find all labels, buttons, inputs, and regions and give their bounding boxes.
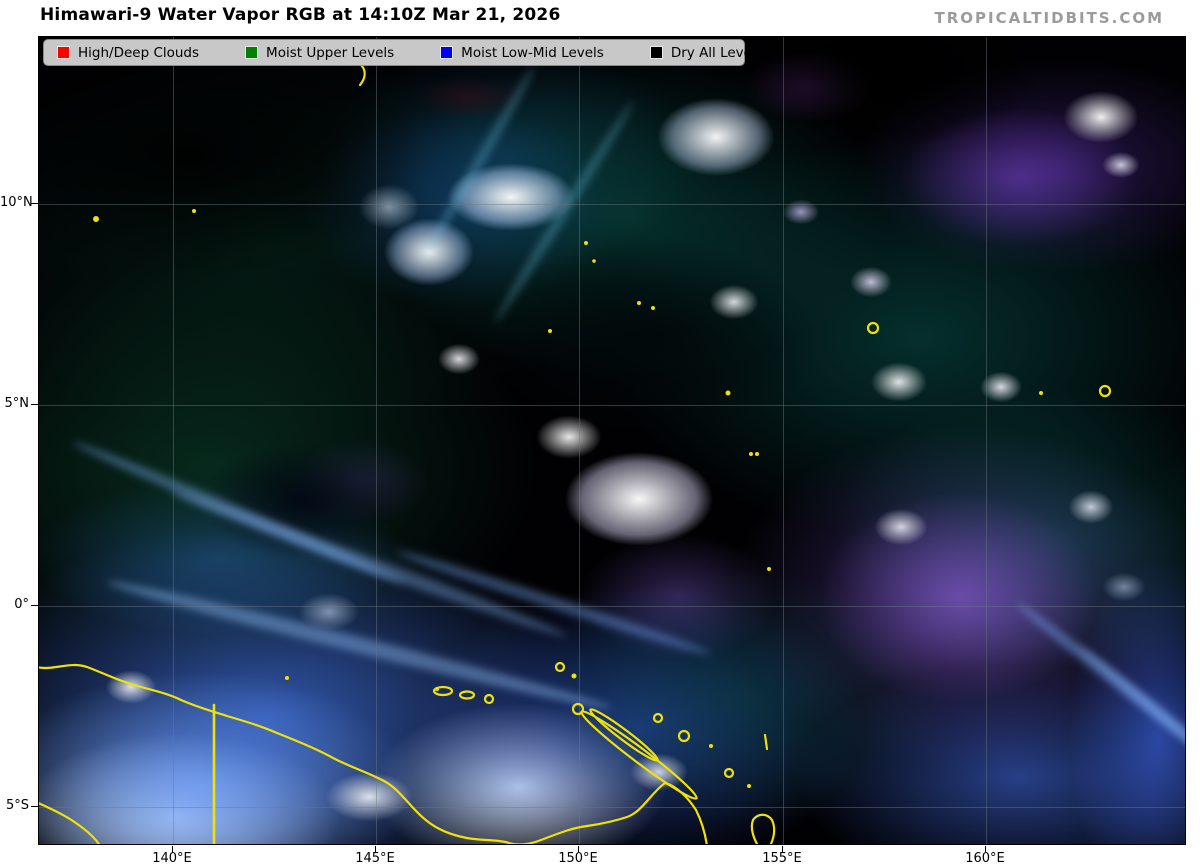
page-title: Himawari-9 Water Vapor RGB at 14:10Z Mar…	[40, 5, 561, 25]
lon-label-140e: 140°E	[152, 851, 192, 866]
island-ring	[554, 661, 566, 673]
lon-label-155e: 155°E	[762, 851, 802, 866]
island-outline	[458, 690, 476, 700]
coastlines	[39, 63, 1112, 844]
island-dash	[763, 733, 769, 751]
island-new-ireland	[580, 710, 698, 800]
island-ring	[866, 321, 880, 335]
coastline-southwest	[39, 802, 101, 844]
legend-swatch-blue	[440, 46, 454, 59]
watermark: TROPICALTIDBITS.COM	[934, 9, 1164, 27]
legend-item-high-deep-clouds: High/Deep Clouds	[57, 45, 199, 61]
legend-label: Moist Upper Levels	[266, 44, 395, 61]
island-ring	[652, 712, 664, 724]
island-ring	[483, 693, 495, 705]
lon-label-145e: 145°E	[355, 851, 395, 866]
lat-label-5n: 5°N	[4, 396, 30, 411]
legend-label: Moist Low-Mid Levels	[461, 44, 604, 61]
new-guinea-north-coast	[39, 663, 708, 844]
legend-item-moist-upper: Moist Upper Levels	[245, 45, 394, 61]
lat-label-10n: 10°N	[0, 195, 33, 210]
legend-item-moist-lowmid: Moist Low-Mid Levels	[440, 45, 604, 61]
lat-label-0: 0°	[14, 597, 29, 612]
lat-tick	[31, 806, 38, 807]
legend-swatch-green	[245, 46, 259, 59]
island-ring	[1098, 384, 1112, 398]
island-south-tip	[750, 813, 776, 844]
lon-label-150e: 150°E	[558, 851, 598, 866]
legend-label: Dry All Levels	[670, 44, 763, 61]
lat-tick	[31, 404, 38, 405]
island-ring	[723, 767, 735, 779]
legend: High/Deep Clouds Moist Upper Levels Mois…	[43, 39, 763, 66]
legend-swatch-black	[649, 46, 663, 59]
lon-label-160e: 160°E	[965, 851, 1005, 866]
lat-label-5s: 5°S	[5, 798, 29, 813]
legend-swatch-red	[57, 46, 70, 59]
legend-label: High/Deep Clouds	[78, 44, 200, 61]
island-dots	[93, 209, 1043, 788]
satellite-map: High/Deep Clouds Moist Upper Levels Mois…	[38, 36, 1186, 845]
legend-item-dry: Dry All Levels	[649, 44, 763, 61]
island-ring	[571, 702, 585, 716]
island-squiggle	[358, 63, 366, 87]
island-ring	[677, 729, 691, 743]
lat-tick	[31, 605, 38, 606]
coastline-overlay	[39, 63, 1112, 844]
